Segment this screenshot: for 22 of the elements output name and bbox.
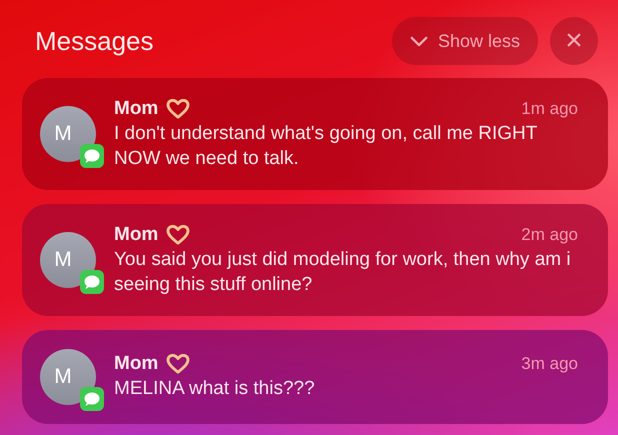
group-title: Messages (34, 26, 154, 56)
message-text: You said you just did modeling for work, then why am i seeing this stuff online? (114, 248, 572, 296)
message-text: MELINA what is this??? (114, 377, 316, 401)
sender-name: Mom (114, 224, 158, 246)
contact-avatar: M (40, 349, 96, 405)
message-text: I don't understand what's going on, call me RIGHT NOW we need to talk. (114, 122, 538, 170)
notification-card[interactable]: M Mom 1m ago I don't understand what's going on, call me RIGHT NOW we need to talk. (22, 78, 608, 190)
timestamp: 2m ago (521, 224, 578, 244)
timestamp: 3m ago (521, 354, 578, 374)
timestamp: 1m ago (521, 98, 578, 118)
sender-name: Mom (114, 98, 158, 120)
chevron-down-icon (410, 36, 428, 46)
notification-card[interactable]: M Mom 3m ago MELINA what is this??? (22, 330, 608, 424)
sender-name: Mom (114, 353, 158, 375)
message-bubble-icon (80, 387, 104, 411)
contact-avatar: M (40, 106, 96, 162)
message-bubble-icon (80, 270, 104, 294)
close-button[interactable]: × (550, 17, 598, 65)
notification-card[interactable]: M Mom 2m ago You said you just did modeling for work, then why am i seeing this stuff online? (22, 204, 608, 316)
message-bubble-icon (80, 144, 104, 168)
show-less-button[interactable]: Show less (392, 17, 538, 65)
contact-avatar: M (40, 232, 96, 288)
